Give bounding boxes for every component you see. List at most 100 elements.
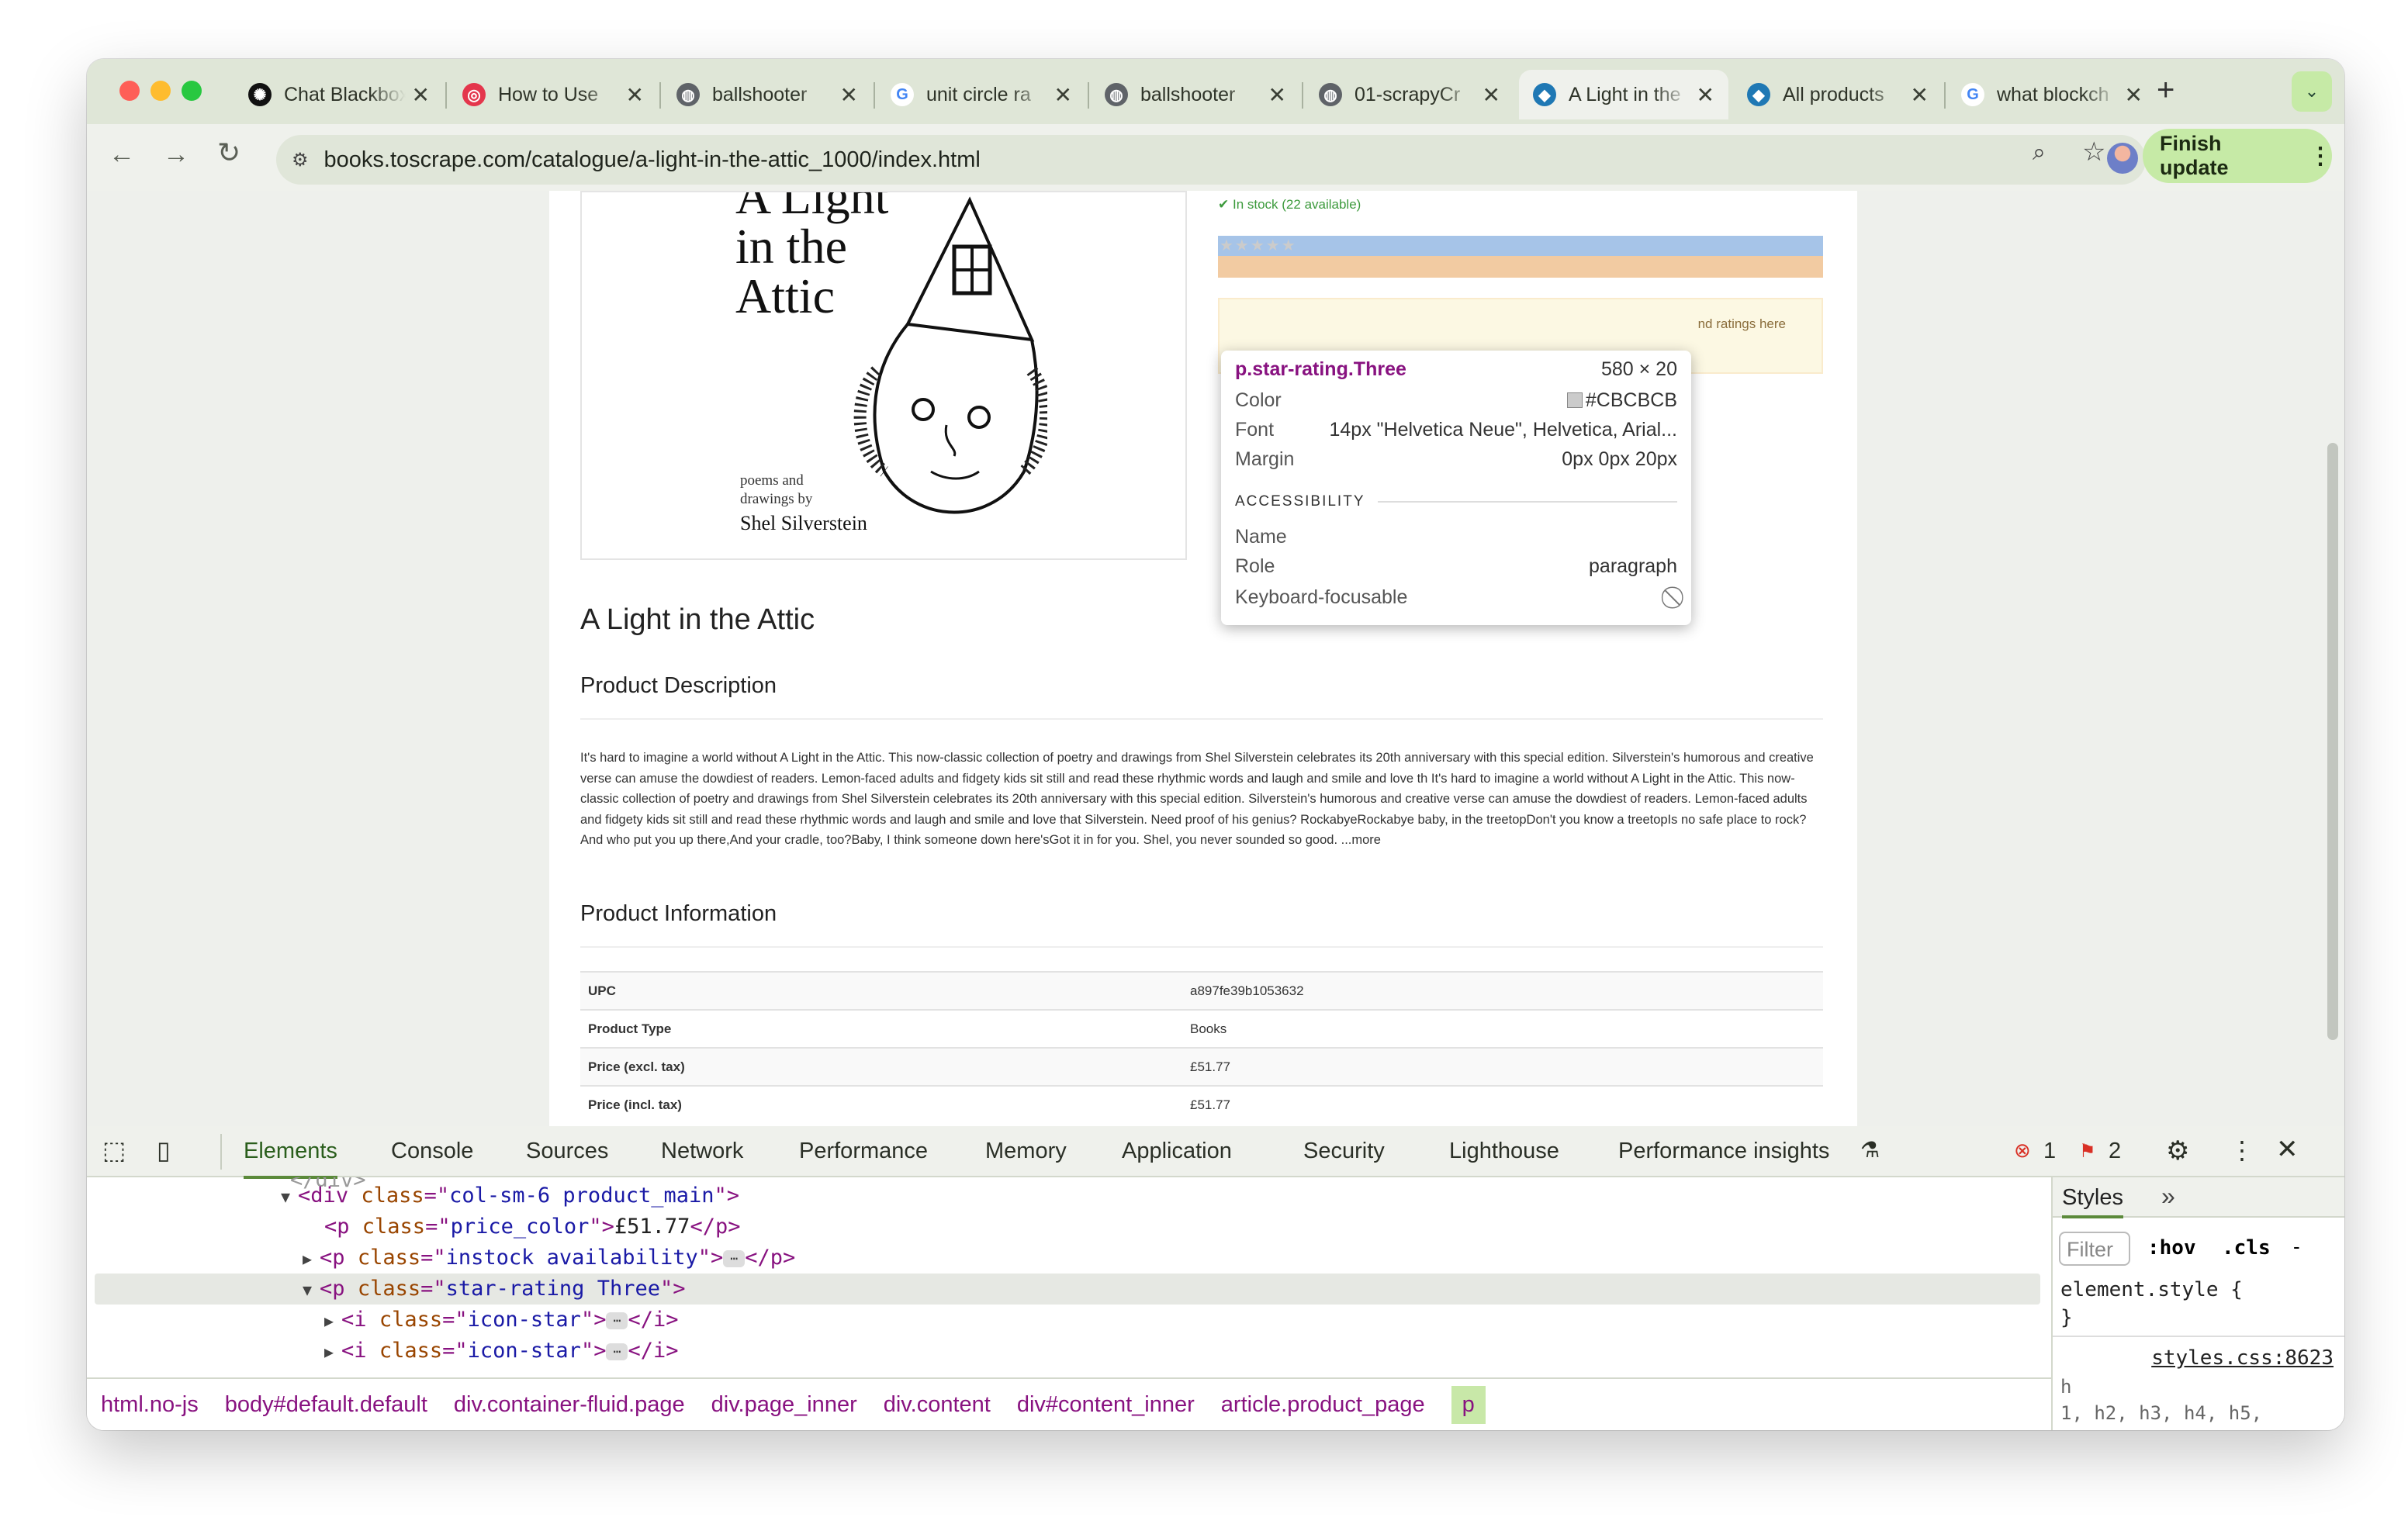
table-value: £51.77 [1182, 1085, 1823, 1124]
close-tab-icon[interactable]: ✕ [412, 82, 430, 108]
in-stock-label: ✔ In stock (22 available) [1218, 197, 1361, 212]
browser-tab[interactable]: Gunit circle ra ✕ [877, 70, 1086, 119]
product-info-table: UPC a897fe39b1053632 Product Type Books Pr… [580, 971, 1823, 1124]
issue-count[interactable]: 2 [2109, 1139, 2121, 1164]
devtools-tab[interactable]: Performance [799, 1139, 928, 1164]
expand-triangle-icon[interactable]: ▶ [324, 1343, 334, 1361]
url-text[interactable]: books.toscrape.com/catalogue/a-light-in-… [324, 147, 981, 173]
site-info-icon[interactable]: ⚙ [292, 149, 309, 171]
breadcrumb-item[interactable]: div.content [884, 1392, 991, 1418]
devtools-tab[interactable]: Network [661, 1139, 743, 1164]
breadcrumb-item[interactable]: html.no-js [101, 1392, 199, 1418]
back-icon[interactable]: ← [109, 140, 135, 170]
breadcrumb-item[interactable]: div.page_inner [711, 1392, 857, 1418]
reload-icon[interactable]: ↻ [217, 137, 240, 169]
element-style-rule[interactable]: element.style { [2060, 1278, 2243, 1301]
bookmark-star-icon[interactable]: ☆ [2082, 137, 2105, 168]
styles-filter-input[interactable]: Filter [2059, 1232, 2130, 1266]
close-tab-icon[interactable]: ✕ [1268, 82, 1286, 108]
zoom-icon[interactable]: ⌕ [2033, 140, 2046, 166]
close-tab-icon[interactable]: ✕ [1911, 82, 1929, 108]
browser-tab[interactable]: ✺ Chat Blackbox ✕ [234, 70, 444, 119]
elements-tree: </div> ▼ <div class="col-sm-6 product_mai… [87, 1177, 2070, 1377]
tab-styles[interactable]: Styles [2062, 1185, 2123, 1218]
table-key: Price (incl. tax) [580, 1085, 1182, 1124]
code-line[interactable]: ▶ <i class="icon-star"> ⋯ </i> [324, 1336, 678, 1367]
site-icon: ◆ [1533, 83, 1556, 106]
more-icon[interactable]: - [2293, 1235, 2300, 1259]
close-devtools-icon[interactable]: ✕ [2276, 1134, 2299, 1165]
close-tab-icon[interactable]: ✕ [1697, 82, 1714, 108]
devtools-tab[interactable]: Lighthouse [1449, 1139, 1559, 1164]
tab-label: unit circle ra [926, 83, 1031, 105]
close-window-button[interactable] [119, 81, 140, 101]
more-tabs-chevron-icon[interactable]: » [2161, 1182, 2175, 1211]
stylesheet-link[interactable]: styles.css:8623 [2151, 1346, 2334, 1370]
ellipsis-icon[interactable]: ⋯ [606, 1343, 628, 1360]
close-tab-icon[interactable]: ✕ [2125, 82, 2143, 108]
browser-tab[interactable]: ◆ All products ✕ [1733, 70, 1943, 119]
hov-toggle[interactable]: :hov [2147, 1236, 2196, 1260]
minimize-window-button[interactable] [150, 81, 171, 101]
collapse-triangle-icon[interactable]: ▼ [281, 1187, 290, 1206]
devtools-panel: ⬚ ▯ Elements Console Sources Network Perform… [87, 1126, 2344, 1430]
table-key: Product Type [580, 1009, 1182, 1048]
breadcrumb-item[interactable]: div.container-fluid.page [454, 1392, 685, 1418]
code-line[interactable]: ▶ <i class="icon-star"> ⋯ </i> [324, 1305, 678, 1336]
tab-search-button[interactable]: ⌄ [2292, 71, 2332, 112]
maximize-window-button[interactable] [182, 81, 202, 101]
devtools-tab[interactable]: Console [391, 1139, 473, 1164]
page-scrollbar[interactable] [2327, 443, 2338, 1040]
close-tab-icon[interactable]: ✕ [626, 82, 644, 108]
tab-strip: ✺ Chat Blackbox ✕ ◎ How to Use ✕ ◍ ballshooter ✕… [87, 59, 2344, 124]
close-tab-icon[interactable]: ✕ [1054, 82, 1072, 108]
devtools-tab[interactable]: Application [1122, 1139, 1232, 1164]
breadcrumb-item[interactable]: article.product_page [1221, 1392, 1425, 1418]
profile-avatar[interactable] [2107, 143, 2138, 174]
settings-gear-icon[interactable]: ⚙ [2166, 1135, 2189, 1166]
more-options-icon[interactable]: ⋮ [2230, 1135, 2254, 1165]
browser-tab[interactable]: ◍ ballshooter ✕ [1091, 70, 1300, 119]
table-row: Price (excl. tax) £51.77 [580, 1047, 1823, 1086]
browser-tab[interactable]: ◎ How to Use ✕ [448, 70, 658, 119]
tab-separator [1302, 82, 1303, 109]
device-toolbar-icon[interactable]: ▯ [157, 1135, 171, 1165]
breadcrumb-item[interactable]: div#content_inner [1017, 1392, 1195, 1418]
star-rating: ★★★★★ [1220, 237, 1297, 254]
color-swatch [1566, 392, 1583, 408]
table-value: Books [1182, 1009, 1823, 1048]
selected-code-line[interactable]: ▼ <p class="star-rating Three"> [95, 1274, 2040, 1305]
browser-window: ✺ Chat Blackbox ✕ ◎ How to Use ✕ ◍ ballshooter ✕… [87, 59, 2344, 1430]
code-line[interactable]: <p class="price_color">£51.77</p> [324, 1211, 740, 1242]
target-icon: ◎ [462, 83, 486, 106]
ellipsis-icon[interactable]: ⋯ [606, 1312, 628, 1329]
browser-tab[interactable]: ◍ 01-scrapyCr ✕ [1305, 70, 1514, 119]
code-line[interactable]: ▼ <div class="col-sm-6 product_main"> [281, 1180, 739, 1211]
inspect-element-icon[interactable]: ⬚ [102, 1135, 126, 1165]
browser-tab[interactable]: ◍ ballshooter ✕ [663, 70, 872, 119]
breadcrumb-item[interactable]: p [1451, 1385, 1486, 1424]
cls-toggle[interactable]: .cls [2222, 1236, 2271, 1260]
finish-update-button[interactable]: Finish update ⋮ [2143, 129, 2332, 183]
devtools-tab[interactable]: Sources [526, 1139, 608, 1164]
code-line[interactable]: ▶ <p class="instock availability"> ⋯ </p> [303, 1242, 795, 1274]
ellipsis-icon[interactable]: ⋯ [723, 1249, 746, 1267]
devtools-tab[interactable]: Memory [985, 1139, 1067, 1164]
error-icon[interactable]: ⊗ [2014, 1139, 2031, 1163]
close-tab-icon[interactable]: ✕ [840, 82, 858, 108]
close-tab-icon[interactable]: ✕ [1483, 82, 1500, 108]
issue-icon[interactable]: ⚑ [2079, 1140, 2096, 1163]
expand-triangle-icon[interactable]: ▶ [303, 1249, 312, 1268]
new-tab-button[interactable]: + [2157, 73, 2174, 108]
collapse-triangle-icon[interactable]: ▼ [95, 1280, 312, 1299]
expand-triangle-icon[interactable]: ▶ [324, 1312, 334, 1330]
forward-icon[interactable]: → [163, 140, 189, 170]
devtools-tab[interactable]: Elements [244, 1139, 337, 1179]
devtools-tab[interactable]: Security [1303, 1139, 1385, 1164]
devtools-tab[interactable]: Performance insights [1618, 1139, 1829, 1164]
breadcrumb-item[interactable]: body#default.default [225, 1392, 427, 1418]
address-bar[interactable]: ⚙ books.toscrape.com/catalogue/a-light-i… [276, 135, 2146, 185]
browser-tab[interactable]: Gwhat blockch ✕ [1947, 70, 2157, 119]
browser-tab[interactable]: ◆ A Light in the ✕ [1519, 70, 1728, 119]
error-count[interactable]: 1 [2043, 1139, 2056, 1164]
